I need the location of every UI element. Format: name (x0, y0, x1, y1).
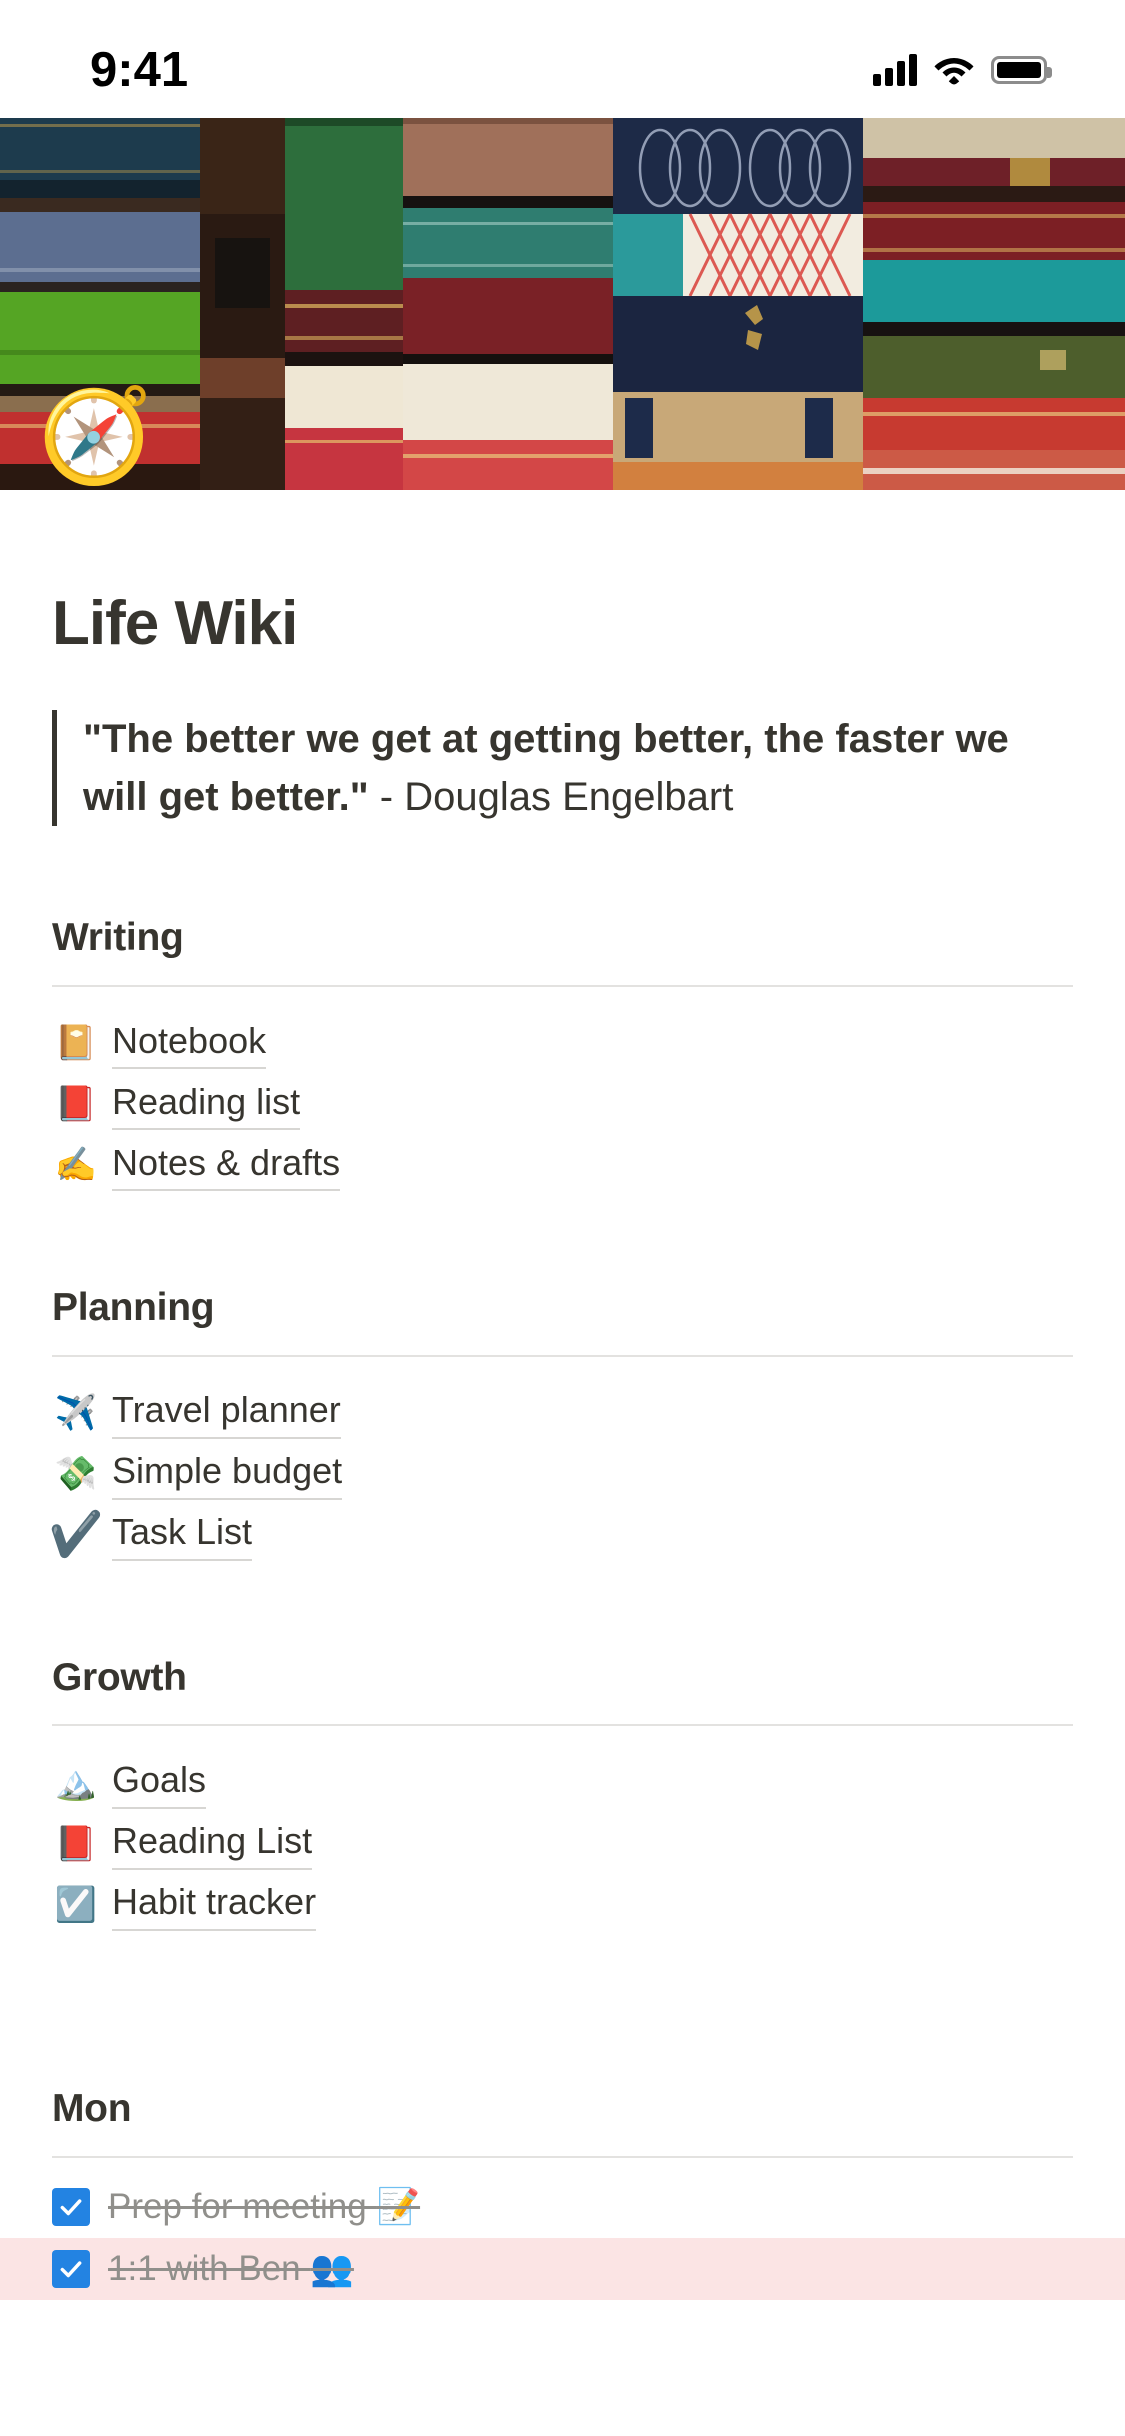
todo-checkbox[interactable] (52, 2250, 90, 2289)
cellular-signal-icon (873, 54, 917, 86)
todo-checkbox[interactable] (52, 2188, 90, 2227)
section-divider (52, 984, 1073, 987)
phone-screen: 9:41 🧭 Life Wiki "The better we get at g… (0, 0, 1125, 2436)
page-link-label: Notebook (112, 1018, 267, 1070)
page-link-habit-tracker[interactable]: ☑️ Habit tracker (52, 1874, 1073, 1935)
status-bar-icons (873, 54, 1052, 86)
page-link-reading-list[interactable]: 📕 Reading list (52, 1074, 1073, 1135)
cover-image[interactable] (0, 118, 1125, 490)
page-link-notebook[interactable]: 📔 Notebook (52, 1013, 1073, 1074)
section-writing: Writing 📔 Notebook 📕 Reading list ✍️ Not… (52, 914, 1073, 1196)
closed-book-icon: 📕 (54, 1824, 98, 1863)
section-planning: Planning ✈️ Travel planner 💸 Simple budg… (48, 1284, 1073, 1566)
busts-in-silhouette-icon: 👥 (310, 2249, 354, 2289)
page-content: Life Wiki "The better we get at getting … (0, 490, 1125, 2301)
section-divider (52, 1724, 1073, 1727)
page-link-list: ✈️ Travel planner 💸 Simple budget ✔️ Tas… (48, 1383, 1073, 1566)
section-divider (52, 2156, 1073, 2159)
money-with-wings-icon: 💸 (54, 1455, 98, 1494)
todo-label: 1:1 with Ben 👥 (108, 2246, 354, 2292)
snow-capped-mountain-icon: 🏔️ (54, 1763, 98, 1802)
compass-icon[interactable]: 🧭 (38, 388, 153, 484)
airplane-icon: ✈️ (54, 1394, 98, 1433)
page-link-notes-drafts[interactable]: ✍️ Notes & drafts (52, 1135, 1073, 1196)
page-link-label: Reading List (112, 1818, 313, 1870)
check-icon (60, 2199, 82, 2216)
section-heading[interactable]: Growth (52, 1654, 1073, 1703)
todo-list: Prep for meeting 📝 1:1 with Ben 👥 (0, 2176, 1125, 2301)
section-divider (52, 1354, 1073, 1357)
notebook-icon: 📔 (54, 1024, 98, 1063)
closed-book-icon: 📕 (54, 1085, 98, 1124)
page-link-label: Notes & drafts (112, 1140, 341, 1192)
page-link-label: Reading list (112, 1079, 301, 1131)
section-heading[interactable]: Writing (52, 914, 1073, 963)
todo-label-text: Prep for meeting (108, 2187, 377, 2227)
section-mon: Mon Prep for meeting 📝 1:1 with Ben 👥 (0, 2085, 1125, 2301)
check-mark-icon: ✔️ (48, 1510, 104, 1560)
page-link-list: 🏔️ Goals 📕 Reading List ☑️ Habit tracker (52, 1752, 1073, 1935)
todo-item[interactable]: Prep for meeting 📝 (0, 2176, 1125, 2238)
page-link-list: 📔 Notebook 📕 Reading list ✍️ Notes & dra… (52, 1013, 1073, 1196)
cover-books-illustration (0, 118, 1125, 490)
section-heading[interactable]: Planning (52, 1284, 1073, 1333)
page-link-label: Task List (112, 1509, 253, 1562)
battery-full-icon (991, 56, 1052, 84)
page-link-label: Habit tracker (112, 1879, 317, 1931)
status-bar: 9:41 (0, 0, 1125, 118)
section-heading[interactable]: Mon (52, 2085, 1073, 2134)
page-link-reading-list-growth[interactable]: 📕 Reading List (52, 1813, 1073, 1874)
writing-hand-icon: ✍️ (54, 1146, 98, 1185)
page-link-label: Travel planner (112, 1387, 341, 1440)
page-link-simple-budget[interactable]: 💸 Simple budget (52, 1444, 1073, 1505)
todo-label: Prep for meeting 📝 (108, 2184, 420, 2230)
page-link-goals[interactable]: 🏔️ Goals (52, 1752, 1073, 1813)
todo-item[interactable]: 1:1 with Ben 👥 (0, 2238, 1125, 2301)
page-link-travel-planner[interactable]: ✈️ Travel planner (52, 1383, 1073, 1444)
memo-icon: 📝 (376, 2187, 421, 2227)
section-growth: Growth 🏔️ Goals 📕 Reading List ☑️ Habit … (52, 1654, 1073, 1936)
todo-label-text: 1:1 with Ben (108, 2249, 311, 2289)
quote-block[interactable]: "The better we get at getting better, th… (52, 710, 1073, 827)
wifi-icon (934, 58, 974, 85)
page-title[interactable]: Life Wiki (52, 589, 1073, 658)
quote-attribution: - Douglas Engelbart (368, 775, 734, 820)
ballot-box-with-check-icon: ☑️ (54, 1885, 98, 1924)
page-link-label: Goals (112, 1757, 207, 1809)
page-link-label: Simple budget (112, 1448, 343, 1501)
status-bar-time: 9:41 (90, 42, 189, 97)
check-icon (60, 2261, 82, 2278)
page-link-task-list[interactable]: ✔️ Task List (48, 1505, 1073, 1566)
